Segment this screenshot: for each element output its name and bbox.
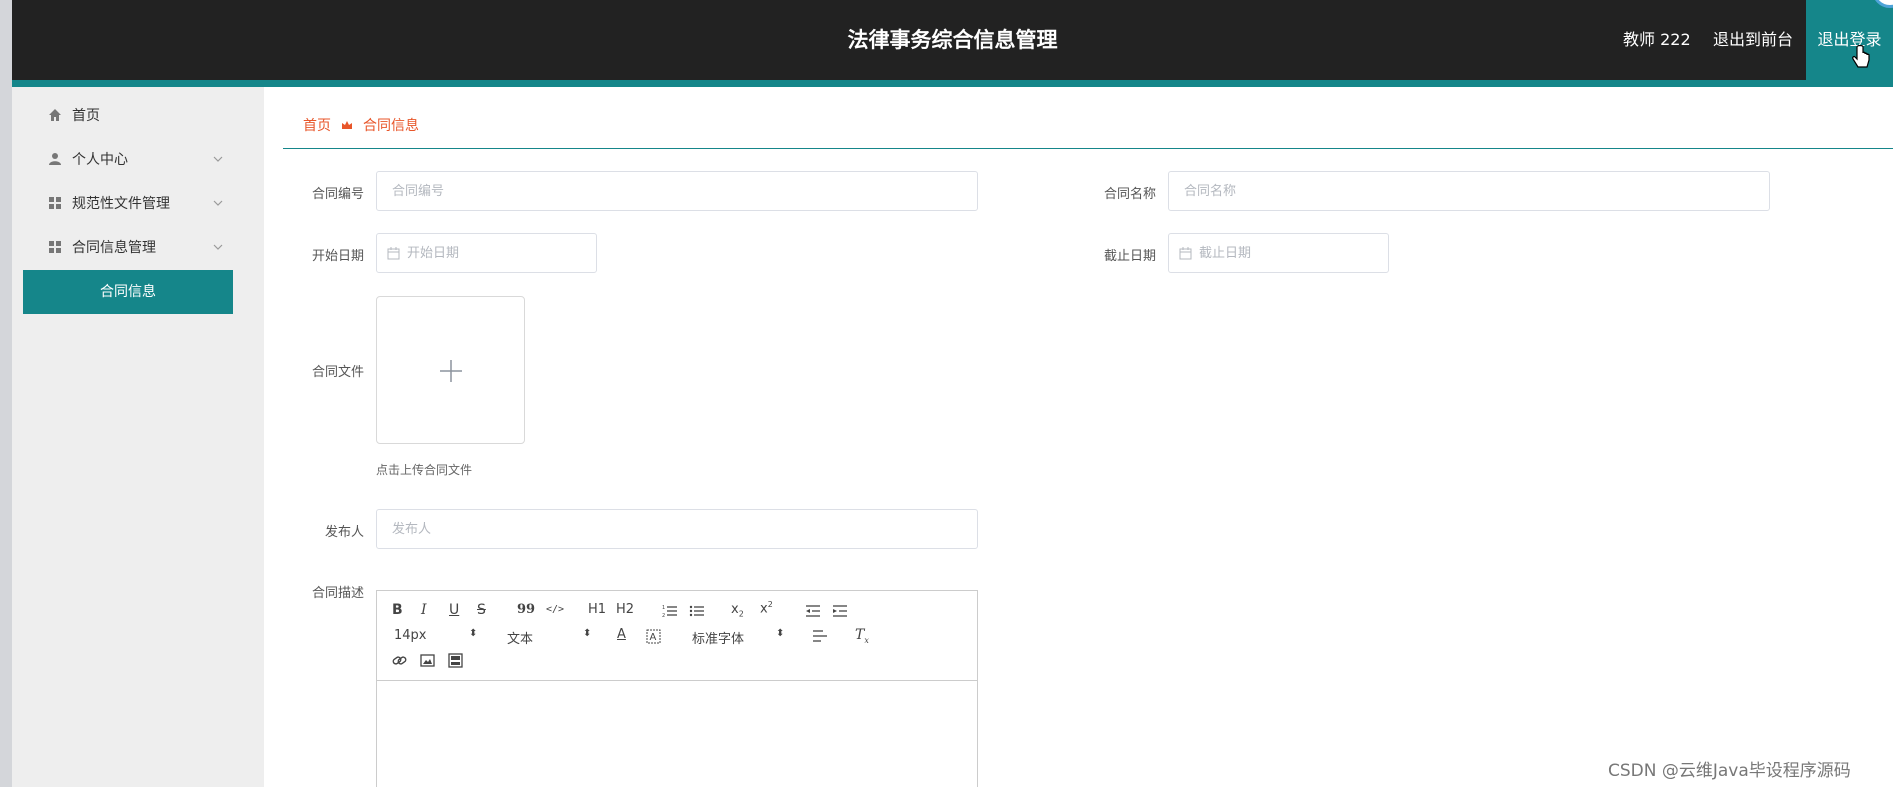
font-size-select[interactable]: 14px <box>394 628 427 643</box>
outdent-icon[interactable] <box>805 604 821 618</box>
svg-text:1: 1 <box>662 605 665 611</box>
top-navbar: 法律事务综合信息管理 教师 222 退出到前台 退出登录 <box>12 0 1893 80</box>
sidebar-item-contract-management[interactable]: 合同信息管理 <box>12 225 264 269</box>
app-title: 法律事务综合信息管理 <box>847 28 1058 52</box>
contract-name-input[interactable] <box>1169 172 1769 210</box>
contract-no-field[interactable] <box>376 171 978 211</box>
header-type-select[interactable]: 文本 <box>507 628 533 647</box>
window-edge <box>0 0 12 787</box>
contract-no-label: 合同编号 <box>311 187 364 202</box>
h1-button[interactable]: H1 <box>588 602 606 617</box>
select-arrow-icon: ⬍ <box>583 628 592 639</box>
crown-icon <box>342 121 352 129</box>
link-icon[interactable] <box>392 653 407 668</box>
user-icon <box>49 153 61 165</box>
sidebar-item-label: 首页 <box>72 108 100 124</box>
contract-file-label: 合同文件 <box>311 365 364 380</box>
contract-no-input[interactable] <box>377 172 977 210</box>
bullet-list-icon[interactable] <box>689 604 705 618</box>
description-label: 合同描述 <box>311 586 364 601</box>
superscript-button[interactable]: x2 <box>760 600 773 616</box>
watermark-text: CSDN @云维Java毕设程序源码 <box>1608 761 1851 781</box>
ordered-list-icon[interactable]: 12 <box>662 604 678 618</box>
sidebar-item-label: 个人中心 <box>72 152 128 168</box>
font-color-button[interactable]: A <box>617 627 626 642</box>
subscript-button[interactable]: x2 <box>731 602 744 619</box>
select-arrow-icon: ⬍ <box>776 628 785 639</box>
home-icon <box>49 109 61 121</box>
bold-button[interactable]: B <box>392 602 403 618</box>
contract-name-label: 合同名称 <box>1103 187 1156 202</box>
editor-toolbar: B I U S 99 </> H1 H2 12 x2 x2 14px ⬍ 文本 … <box>377 591 977 681</box>
hand-cursor-icon <box>1852 45 1870 68</box>
chevron-down-icon <box>213 200 223 206</box>
start-date-label: 开始日期 <box>311 249 364 264</box>
sidebar-item-home[interactable]: 首页 <box>12 93 264 137</box>
calendar-icon <box>1179 247 1192 260</box>
underline-button[interactable]: U <box>449 602 459 618</box>
file-upload-button[interactable] <box>376 296 525 444</box>
strike-button[interactable]: S <box>477 602 486 618</box>
start-date-field[interactable] <box>376 233 597 273</box>
publisher-label: 发布人 <box>324 525 364 540</box>
end-date-label: 截止日期 <box>1103 249 1156 264</box>
grid-icon <box>49 197 61 209</box>
sidebar-item-label: 规范性文件管理 <box>72 196 170 212</box>
font-family-select[interactable]: 标准字体 <box>692 628 744 647</box>
chevron-down-icon <box>213 244 223 250</box>
breadcrumb: 首页 合同信息 <box>303 115 419 135</box>
publisher-input[interactable] <box>377 510 977 548</box>
calendar-icon <box>387 247 400 260</box>
breadcrumb-divider <box>283 148 1893 149</box>
sidebar-item-personal-center[interactable]: 个人中心 <box>12 137 264 181</box>
grid-icon <box>49 241 61 253</box>
sidebar-item-label: 合同信息管理 <box>72 240 156 256</box>
sidebar-item-normative-docs[interactable]: 规范性文件管理 <box>12 181 264 225</box>
svg-text:2: 2 <box>662 613 665 618</box>
breadcrumb-home[interactable]: 首页 <box>303 115 331 135</box>
h2-button[interactable]: H2 <box>616 602 634 617</box>
video-icon[interactable] <box>448 653 463 668</box>
indent-icon[interactable] <box>832 604 848 618</box>
contract-name-field[interactable] <box>1168 171 1770 211</box>
start-date-input[interactable] <box>377 234 596 272</box>
sidebar: 首页 个人中心 规范性文件管理 合同信息管理 合同信息 <box>12 87 264 787</box>
upload-hint: 点击上传合同文件 <box>376 463 473 477</box>
image-icon[interactable] <box>420 654 435 667</box>
exit-to-front-link[interactable]: 退出到前台 <box>1713 26 1793 50</box>
sidebar-subitem-contract-info[interactable]: 合同信息 <box>23 270 233 314</box>
editor-content-area[interactable] <box>377 681 977 788</box>
background-color-icon[interactable]: A <box>646 629 661 644</box>
select-arrow-icon: ⬍ <box>469 628 478 639</box>
user-label: 教师 222 <box>1623 30 1691 49</box>
rich-text-editor[interactable]: B I U S 99 </> H1 H2 12 x2 x2 14px ⬍ 文本 … <box>376 590 978 787</box>
align-left-icon[interactable] <box>812 629 828 643</box>
chevron-down-icon <box>213 156 223 162</box>
blockquote-button[interactable]: 99 <box>517 602 535 617</box>
topbar-accent-line <box>12 80 1893 87</box>
publisher-field[interactable] <box>376 509 978 549</box>
clear-format-button[interactable]: Tx <box>855 627 869 645</box>
svg-text:A: A <box>650 632 657 643</box>
end-date-input[interactable] <box>1169 234 1388 272</box>
code-block-button[interactable]: </> <box>546 604 564 615</box>
plus-icon <box>440 360 462 382</box>
breadcrumb-current: 合同信息 <box>363 118 419 134</box>
italic-button[interactable]: I <box>421 602 427 618</box>
end-date-field[interactable] <box>1168 233 1389 273</box>
